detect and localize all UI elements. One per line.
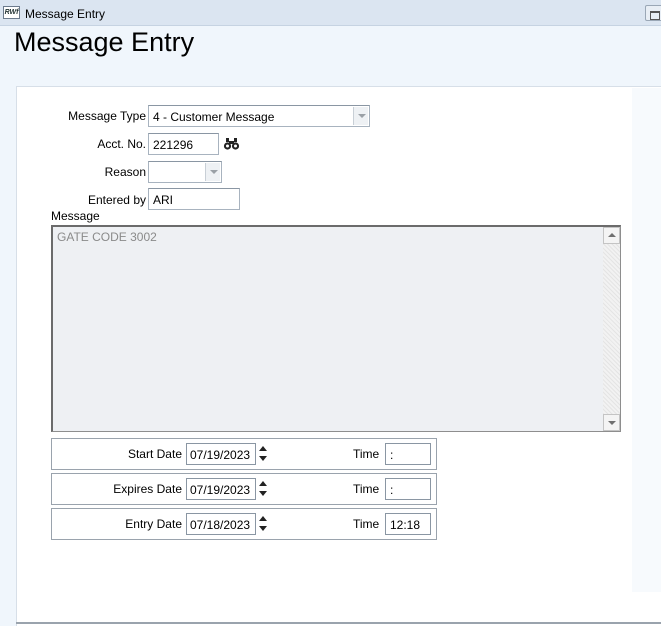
expires-time-input[interactable]: : bbox=[385, 478, 431, 500]
acct-no-label: Acct. No. bbox=[97, 137, 146, 151]
expires-date-spinner[interactable] bbox=[257, 478, 270, 500]
expires-date-label: Expires Date bbox=[113, 482, 182, 496]
start-date-label: Start Date bbox=[127, 447, 182, 461]
start-time-input[interactable]: : bbox=[385, 443, 431, 465]
reason-select[interactable] bbox=[148, 161, 222, 183]
entered-by-label: Entered by bbox=[87, 193, 146, 207]
message-label: Message bbox=[51, 209, 100, 223]
reason-label: Reason bbox=[104, 165, 146, 179]
panel-right-strip bbox=[632, 88, 661, 592]
message-textarea[interactable]: GATE CODE 3002 bbox=[51, 225, 621, 432]
expires-time-label: Time bbox=[353, 482, 380, 496]
spin-up-icon[interactable] bbox=[257, 513, 270, 524]
panel-divider bbox=[16, 622, 661, 624]
spin-down-icon[interactable] bbox=[257, 524, 270, 535]
spin-up-icon[interactable] bbox=[257, 478, 270, 489]
start-time-label: Time bbox=[353, 447, 380, 461]
restore-window-button[interactable] bbox=[645, 5, 661, 21]
scroll-up-icon[interactable] bbox=[603, 227, 620, 244]
entry-date-group: Entry Date 07/18/2023 Time 12:18 bbox=[51, 508, 437, 540]
start-date-input[interactable]: 07/19/2023 bbox=[186, 443, 256, 465]
entered-by-input[interactable]: ARI bbox=[148, 188, 240, 210]
entry-date-label: Entry Date bbox=[125, 517, 182, 531]
window-title: Message Entry bbox=[25, 7, 106, 21]
expires-date-input[interactable]: 07/19/2023 bbox=[186, 478, 256, 500]
window-titlebar: RWf Message Entry bbox=[0, 0, 661, 26]
reason-dropdown-icon[interactable] bbox=[205, 163, 220, 181]
entry-time-input[interactable]: 12:18 bbox=[385, 513, 431, 535]
message-type-dropdown-icon[interactable] bbox=[353, 107, 368, 125]
scroll-down-icon[interactable] bbox=[603, 414, 620, 431]
acct-no-input[interactable]: 221296 bbox=[148, 133, 219, 155]
app-logo-icon: RWf bbox=[3, 6, 20, 19]
page-title: Message Entry bbox=[14, 27, 195, 57]
entry-date-input[interactable]: 07/18/2023 bbox=[186, 513, 256, 535]
start-date-group: Start Date 07/19/2023 Time : bbox=[51, 438, 437, 470]
message-type-value: 4 - Customer Message bbox=[153, 110, 275, 124]
message-scrollbar[interactable] bbox=[603, 227, 620, 431]
message-type-label: Message Type bbox=[68, 109, 146, 123]
spin-down-icon[interactable] bbox=[257, 454, 270, 465]
message-type-select[interactable]: 4 - Customer Message bbox=[148, 105, 370, 127]
start-date-spinner[interactable] bbox=[257, 443, 270, 465]
binoculars-icon[interactable] bbox=[223, 137, 240, 151]
spin-down-icon[interactable] bbox=[257, 489, 270, 500]
entry-time-label: Time bbox=[353, 517, 380, 531]
spin-up-icon[interactable] bbox=[257, 443, 270, 454]
entry-date-spinner[interactable] bbox=[257, 513, 270, 535]
message-text: GATE CODE 3002 bbox=[57, 230, 157, 244]
expires-date-group: Expires Date 07/19/2023 Time : bbox=[51, 473, 437, 505]
